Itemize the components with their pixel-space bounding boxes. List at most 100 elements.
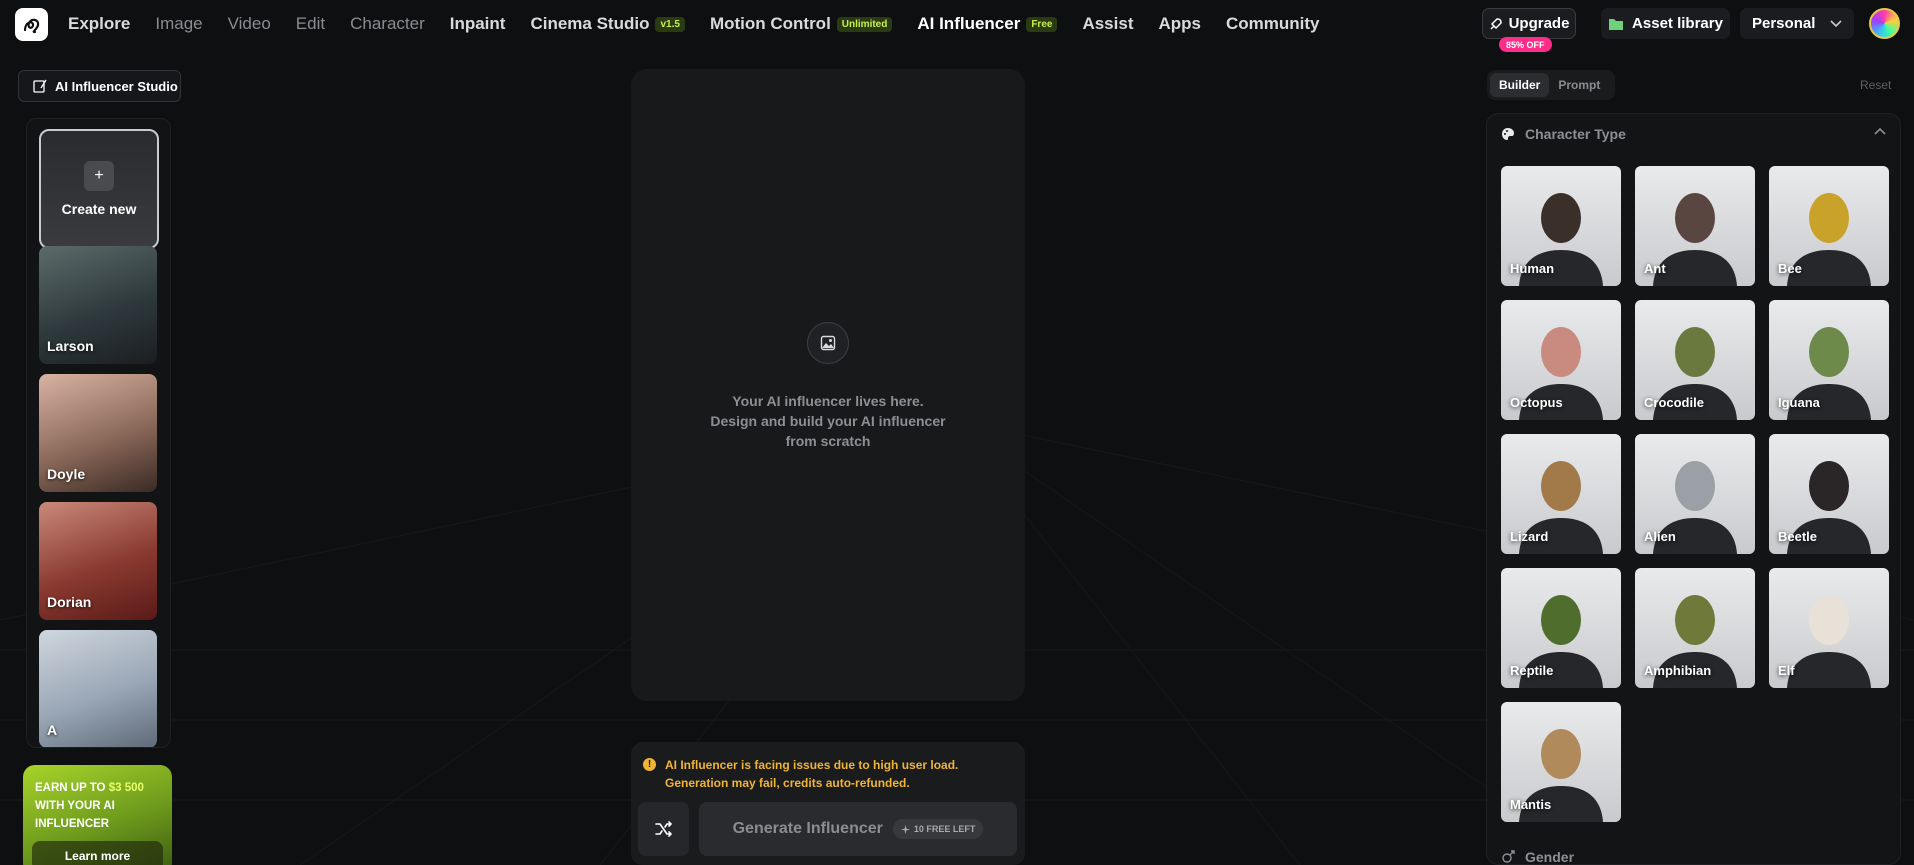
section-title: Character Type [1525,126,1626,142]
nav-item-apps[interactable]: Apps [1158,14,1201,34]
character-type-reptile[interactable]: Reptile [1501,568,1621,688]
logo-icon [23,18,39,33]
asset-library-label: Asset library [1632,15,1723,32]
create-new-button[interactable]: + Create new [39,129,159,249]
nav-item-label: Inpaint [449,14,506,33]
free-left-label: 10 FREE LEFT [913,824,976,834]
warning-icon: ! [643,758,656,771]
nav-item-community[interactable]: Community [1226,14,1320,34]
character-name: Larson [47,338,94,354]
character-type-alien[interactable]: Alien [1635,434,1755,554]
nav-item-ai-influencer[interactable]: AI Influencer Free [917,14,1058,34]
character-type-name: Crocodile [1644,395,1704,410]
asset-library-button[interactable]: Asset library [1601,8,1730,39]
nav-item-label: Image [155,14,203,33]
character-type-crocodile[interactable]: Crocodile [1635,300,1755,420]
nav-item-label: Assist [1082,14,1134,33]
image-icon [820,335,836,351]
character-type-name: Bee [1778,261,1802,276]
nav-item-video[interactable]: Video [228,14,271,34]
gender-section-header[interactable]: Gender [1501,849,1574,865]
character-type-elf[interactable]: Elf [1769,568,1889,688]
nav-badge: v1.5 [655,16,685,32]
discount-badge: 85% OFF [1499,37,1552,52]
rocket-icon [1490,17,1502,30]
generate-panel: ! AI Influencer is facing issues due to … [631,742,1025,865]
ai-influencer-studio-button[interactable]: AI Influencer Studio [18,70,181,102]
nav-item-label: Character [350,14,425,33]
character-type-name: Amphibian [1644,663,1712,678]
character-type-octopus[interactable]: Octopus [1501,300,1621,420]
character-type-bee[interactable]: Bee [1769,166,1889,286]
randomize-button[interactable] [638,802,689,856]
nav-item-label: Community [1225,14,1320,33]
character-type-name: Human [1510,261,1555,276]
placeholder-line-1: Your AI influencer lives here. [732,393,924,409]
character-type-iguana[interactable]: Iguana [1769,300,1889,420]
nav-item-explore[interactable]: Explore [68,14,130,34]
mode-tabs: Builder Prompt [1487,70,1615,100]
preview-placeholder-text: Your AI influencer lives here. Design an… [631,391,1025,451]
nav-item-label: Video [227,14,271,33]
warning-text: AI Influencer is facing issues due to hi… [665,758,959,790]
upgrade-button[interactable]: Upgrade [1482,8,1576,39]
character-type-header[interactable]: Character Type [1487,114,1900,154]
generate-label: Generate Influencer [732,820,883,837]
character-type-beetle[interactable]: Beetle [1769,434,1889,554]
chevron-down-icon [1830,19,1842,27]
nav-item-image[interactable]: Image [155,14,202,34]
nav-item-assist[interactable]: Assist [1082,14,1133,34]
nav-item-character[interactable]: Character [350,14,425,34]
character-card[interactable]: A [39,630,157,747]
chevron-up-icon[interactable] [1874,127,1886,135]
character-type-human[interactable]: Human [1501,166,1621,286]
character-type-name: Octopus [1510,395,1563,410]
user-avatar[interactable] [1869,8,1900,39]
character-type-panel: Character Type Human Ant Bee Octopus Crocodi… [1486,113,1901,865]
learn-more-button[interactable]: Learn more [32,841,163,865]
character-type-name: Lizard [1510,529,1549,544]
plus-icon: + [84,161,114,191]
placeholder-line-2: Design and build your AI influencer [710,413,946,429]
nav-item-edit[interactable]: Edit [296,14,325,34]
shuffle-icon [654,821,672,837]
generate-influencer-button[interactable]: Generate Influencer 10 FREE LEFT [699,802,1017,856]
tab-prompt[interactable]: Prompt [1549,73,1609,97]
earn-post: WITH YOUR AI INFLUENCER [35,800,115,830]
character-name: Dorian [47,594,92,610]
character-card[interactable]: Larson [39,246,157,364]
create-new-label: Create new [61,201,137,217]
top-nav: Explore Image Video Edit Character Inpaint Cin… [0,0,1914,52]
character-type-ant[interactable]: Ant [1635,166,1755,286]
nav-item-cinema-studio[interactable]: Cinema Studio v1.5 [530,14,685,34]
nav-badge: Unlimited [836,16,893,32]
character-type-grid: Human Ant Bee Octopus Crocodile Iguana Lizard A… [1501,166,1889,822]
edit-image-icon [33,79,47,93]
character-type-amphibian[interactable]: Amphibian [1635,568,1755,688]
character-card[interactable]: Doyle [39,374,157,492]
nav-item-label: AI Influencer [917,14,1021,33]
nav-item-label: Motion Control [709,14,831,33]
studio-label: AI Influencer Studio [55,78,178,94]
image-placeholder-icon [807,322,849,364]
workspace-label: Personal [1752,15,1816,32]
earn-amount: $3 500 [108,782,144,794]
character-card[interactable]: Dorian [39,502,157,620]
nav-item-label: Explore [68,14,131,33]
free-left-badge: 10 FREE LEFT [892,819,984,839]
folder-icon [1609,18,1624,30]
character-name: A [47,722,58,738]
character-type-name: Beetle [1778,529,1818,544]
app-logo[interactable] [15,8,48,41]
tab-builder[interactable]: Builder [1490,73,1550,97]
character-type-lizard[interactable]: Lizard [1501,434,1621,554]
nav-item-motion-control[interactable]: Motion Control Unlimited [709,14,893,34]
character-type-mantis[interactable]: Mantis [1501,702,1621,822]
character-type-name: Elf [1778,663,1795,678]
character-type-name: Iguana [1778,395,1820,410]
character-type-name: Mantis [1510,797,1552,812]
character-type-name: Alien [1644,529,1676,544]
reset-button[interactable]: Reset [1860,78,1891,92]
nav-item-inpaint[interactable]: Inpaint [450,14,506,34]
workspace-select[interactable]: Personal [1740,8,1854,39]
